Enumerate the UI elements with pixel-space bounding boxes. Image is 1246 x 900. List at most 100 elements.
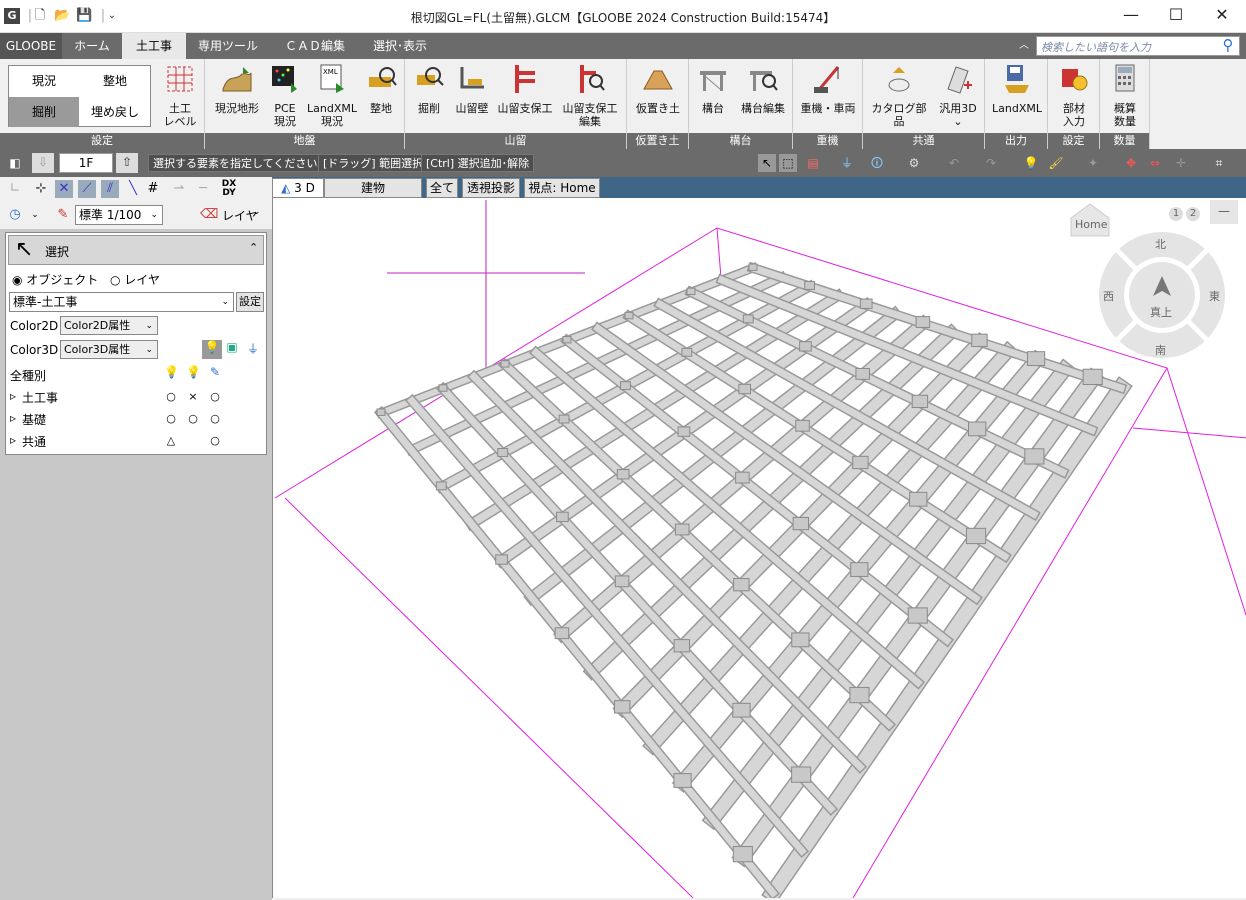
page-1-button[interactable]: 1	[1169, 207, 1183, 221]
catalog-parts-button[interactable]: カタログ部品	[867, 63, 931, 128]
pce-current-button[interactable]: PCE 現況	[267, 63, 303, 128]
mark-edit[interactable]: ○	[208, 434, 222, 447]
clock-icon[interactable]: ◷	[6, 206, 24, 224]
search-icon[interactable]: ⚲	[1218, 32, 1238, 58]
compass-west[interactable]: 西	[1103, 288, 1114, 304]
floor-down-icon[interactable]: ⇩	[32, 153, 54, 173]
rotate-icon[interactable]: ✛	[1172, 154, 1190, 172]
pencil-icon[interactable]: ✎	[210, 365, 220, 379]
earthwork-level-button[interactable]: 土工 レベル	[158, 63, 202, 128]
viewpoint-selector[interactable]: 視点: Home	[524, 178, 600, 198]
bulb-2d-icon[interactable]: 💡	[164, 365, 179, 379]
machinery-button[interactable]: 重機・車両	[797, 63, 859, 115]
color-picker-icon[interactable]: ▣	[222, 340, 242, 359]
preset-select[interactable]: 標準-土工事 ⌄	[9, 292, 234, 312]
compass-top-view[interactable]: 真上	[1150, 304, 1172, 320]
mark-2d[interactable]: ○	[164, 412, 178, 425]
minimize-viewcube-button[interactable]: —	[1210, 200, 1238, 224]
collapse-icon[interactable]: ⌃	[249, 241, 258, 254]
collapse-ribbon-icon[interactable]: ︿	[1014, 33, 1034, 59]
range-select-icon[interactable]: ⬚	[779, 154, 797, 172]
magic-icon[interactable]: ✦	[1084, 154, 1102, 172]
mark-3d[interactable]: ○	[186, 412, 200, 425]
minimize-button[interactable]: —	[1108, 0, 1154, 32]
property-filter-icon[interactable]: ⏚	[838, 154, 856, 172]
view-compass[interactable]: 北 南 東 西 真上	[1097, 230, 1227, 360]
mark-3d[interactable]: ×	[186, 390, 200, 403]
slash-tool-icon[interactable]: ╲	[124, 180, 142, 198]
color2d-select[interactable]: Color2D属性 ⌄	[60, 316, 158, 335]
all-selector[interactable]: 全て	[426, 178, 458, 198]
tab-gloobe[interactable]: GLOOBE	[0, 33, 62, 59]
floor-up-icon[interactable]: ⇧	[116, 153, 138, 173]
platform-button[interactable]: 構台	[693, 63, 733, 115]
temp-soil-button[interactable]: 仮置き土	[631, 63, 685, 115]
landxml-current-button[interactable]: XML LandXML 現況	[305, 63, 359, 128]
tab-3d[interactable]: ◭ 3 D	[272, 178, 324, 198]
page-2-button[interactable]: 2	[1186, 207, 1200, 221]
mode-grading[interactable]: 整地	[80, 66, 150, 96]
filter-icon[interactable]: ⏚	[243, 340, 263, 359]
corner-tool-icon[interactable]: ∟	[6, 180, 24, 198]
tab-cad-edit[interactable]: ＣＡＤ編集	[270, 33, 360, 59]
scale-select[interactable]: 標準 1/100 ⌄	[75, 205, 163, 225]
compass-east[interactable]: 東	[1209, 288, 1220, 304]
arrow-tool-icon[interactable]: ⇀	[170, 180, 188, 198]
projection-selector[interactable]: 透視投影	[462, 178, 520, 198]
estimate-quantity-button[interactable]: 概算 数量	[1103, 63, 1147, 128]
close-button[interactable]: ✕	[1199, 0, 1245, 32]
move-icon[interactable]: ✥	[1122, 154, 1140, 172]
platform-edit-button[interactable]: 構台編集	[735, 63, 791, 115]
preset-settings-button[interactable]: 設定	[236, 292, 264, 312]
clock-dropdown-icon[interactable]: ⌄	[26, 206, 44, 224]
bulb-3d-icon[interactable]: 💡	[186, 365, 201, 379]
panel-toggle-icon[interactable]: ◧	[6, 154, 24, 172]
expand-icon[interactable]: ▹	[10, 433, 16, 447]
compass-north[interactable]: 北	[1155, 236, 1166, 252]
diagonal-snap-icon[interactable]: ⟋	[78, 180, 96, 198]
floor-selector[interactable]: 1F	[59, 153, 113, 173]
light-bulb-icon[interactable]: 💡	[202, 340, 222, 359]
shoring-button[interactable]: 山留支保工	[495, 63, 555, 115]
radio-object[interactable]: ◉ オブジェクト	[12, 271, 98, 288]
dxdy-icon[interactable]: DX DY	[218, 180, 240, 198]
3d-viewport[interactable]: Home 1 2 — 北 南 東 西 真上	[272, 198, 1246, 898]
eraser-icon[interactable]: ⌫	[200, 206, 218, 224]
search-input[interactable]: 検索したい語句を入力	[1036, 36, 1240, 56]
resize-icon[interactable]: ⇔	[1146, 154, 1164, 172]
redo-icon[interactable]: ↷	[982, 154, 1000, 172]
dash-tool-icon[interactable]: ─	[194, 180, 212, 198]
grid-snap-icon[interactable]: ⌗	[1210, 154, 1228, 172]
member-input-button[interactable]: 部材 入力	[1052, 63, 1096, 128]
light-bulb-icon[interactable]: 💡	[1022, 154, 1040, 172]
expand-icon[interactable]: ▹	[10, 411, 16, 425]
color3d-select[interactable]: Color3D属性 ⌄	[60, 340, 158, 359]
mode-excavation[interactable]: 掘削	[9, 97, 79, 127]
excavation-button[interactable]: 掘削	[409, 63, 449, 115]
mode-current-terrain[interactable]: 現況	[9, 66, 79, 96]
mark-2d[interactable]: ○	[164, 390, 178, 403]
element-filter-icon[interactable]: ▤	[804, 154, 822, 172]
maximize-button[interactable]: ☐	[1153, 0, 1199, 32]
tab-select-display[interactable]: 選択･表示	[360, 33, 440, 59]
grid-tool-icon[interactable]: #	[144, 180, 162, 198]
pointer-select-icon[interactable]: ↖	[758, 154, 776, 172]
general-3d-button[interactable]: 汎用3D ⌄	[935, 63, 981, 128]
mark-edit[interactable]: ○	[208, 390, 222, 403]
undo-icon[interactable]: ↶	[945, 154, 963, 172]
mark-edit[interactable]: ○	[208, 412, 222, 425]
cross-snap-icon[interactable]: ✕	[55, 180, 73, 198]
landxml-output-button[interactable]: LandXML	[989, 63, 1045, 115]
point-tool-icon[interactable]: ⊹	[32, 180, 50, 198]
shoring-edit-button[interactable]: 山留支保工 編集	[557, 63, 623, 128]
grading-button[interactable]: 整地	[361, 63, 401, 115]
mark-2d[interactable]: △	[164, 434, 178, 447]
display-toggle-icon[interactable]: 🛈	[868, 154, 886, 172]
line-snap-icon[interactable]: ⫽	[101, 180, 119, 198]
pen-icon[interactable]: ✎	[54, 206, 72, 224]
tab-special-tools[interactable]: 専用ツール	[186, 33, 270, 59]
compass-south[interactable]: 南	[1155, 342, 1166, 358]
snap-icon[interactable]: ⚙	[905, 154, 923, 172]
current-terrain-button[interactable]: 現況地形	[211, 63, 263, 115]
tab-home[interactable]: ホーム	[62, 33, 122, 59]
